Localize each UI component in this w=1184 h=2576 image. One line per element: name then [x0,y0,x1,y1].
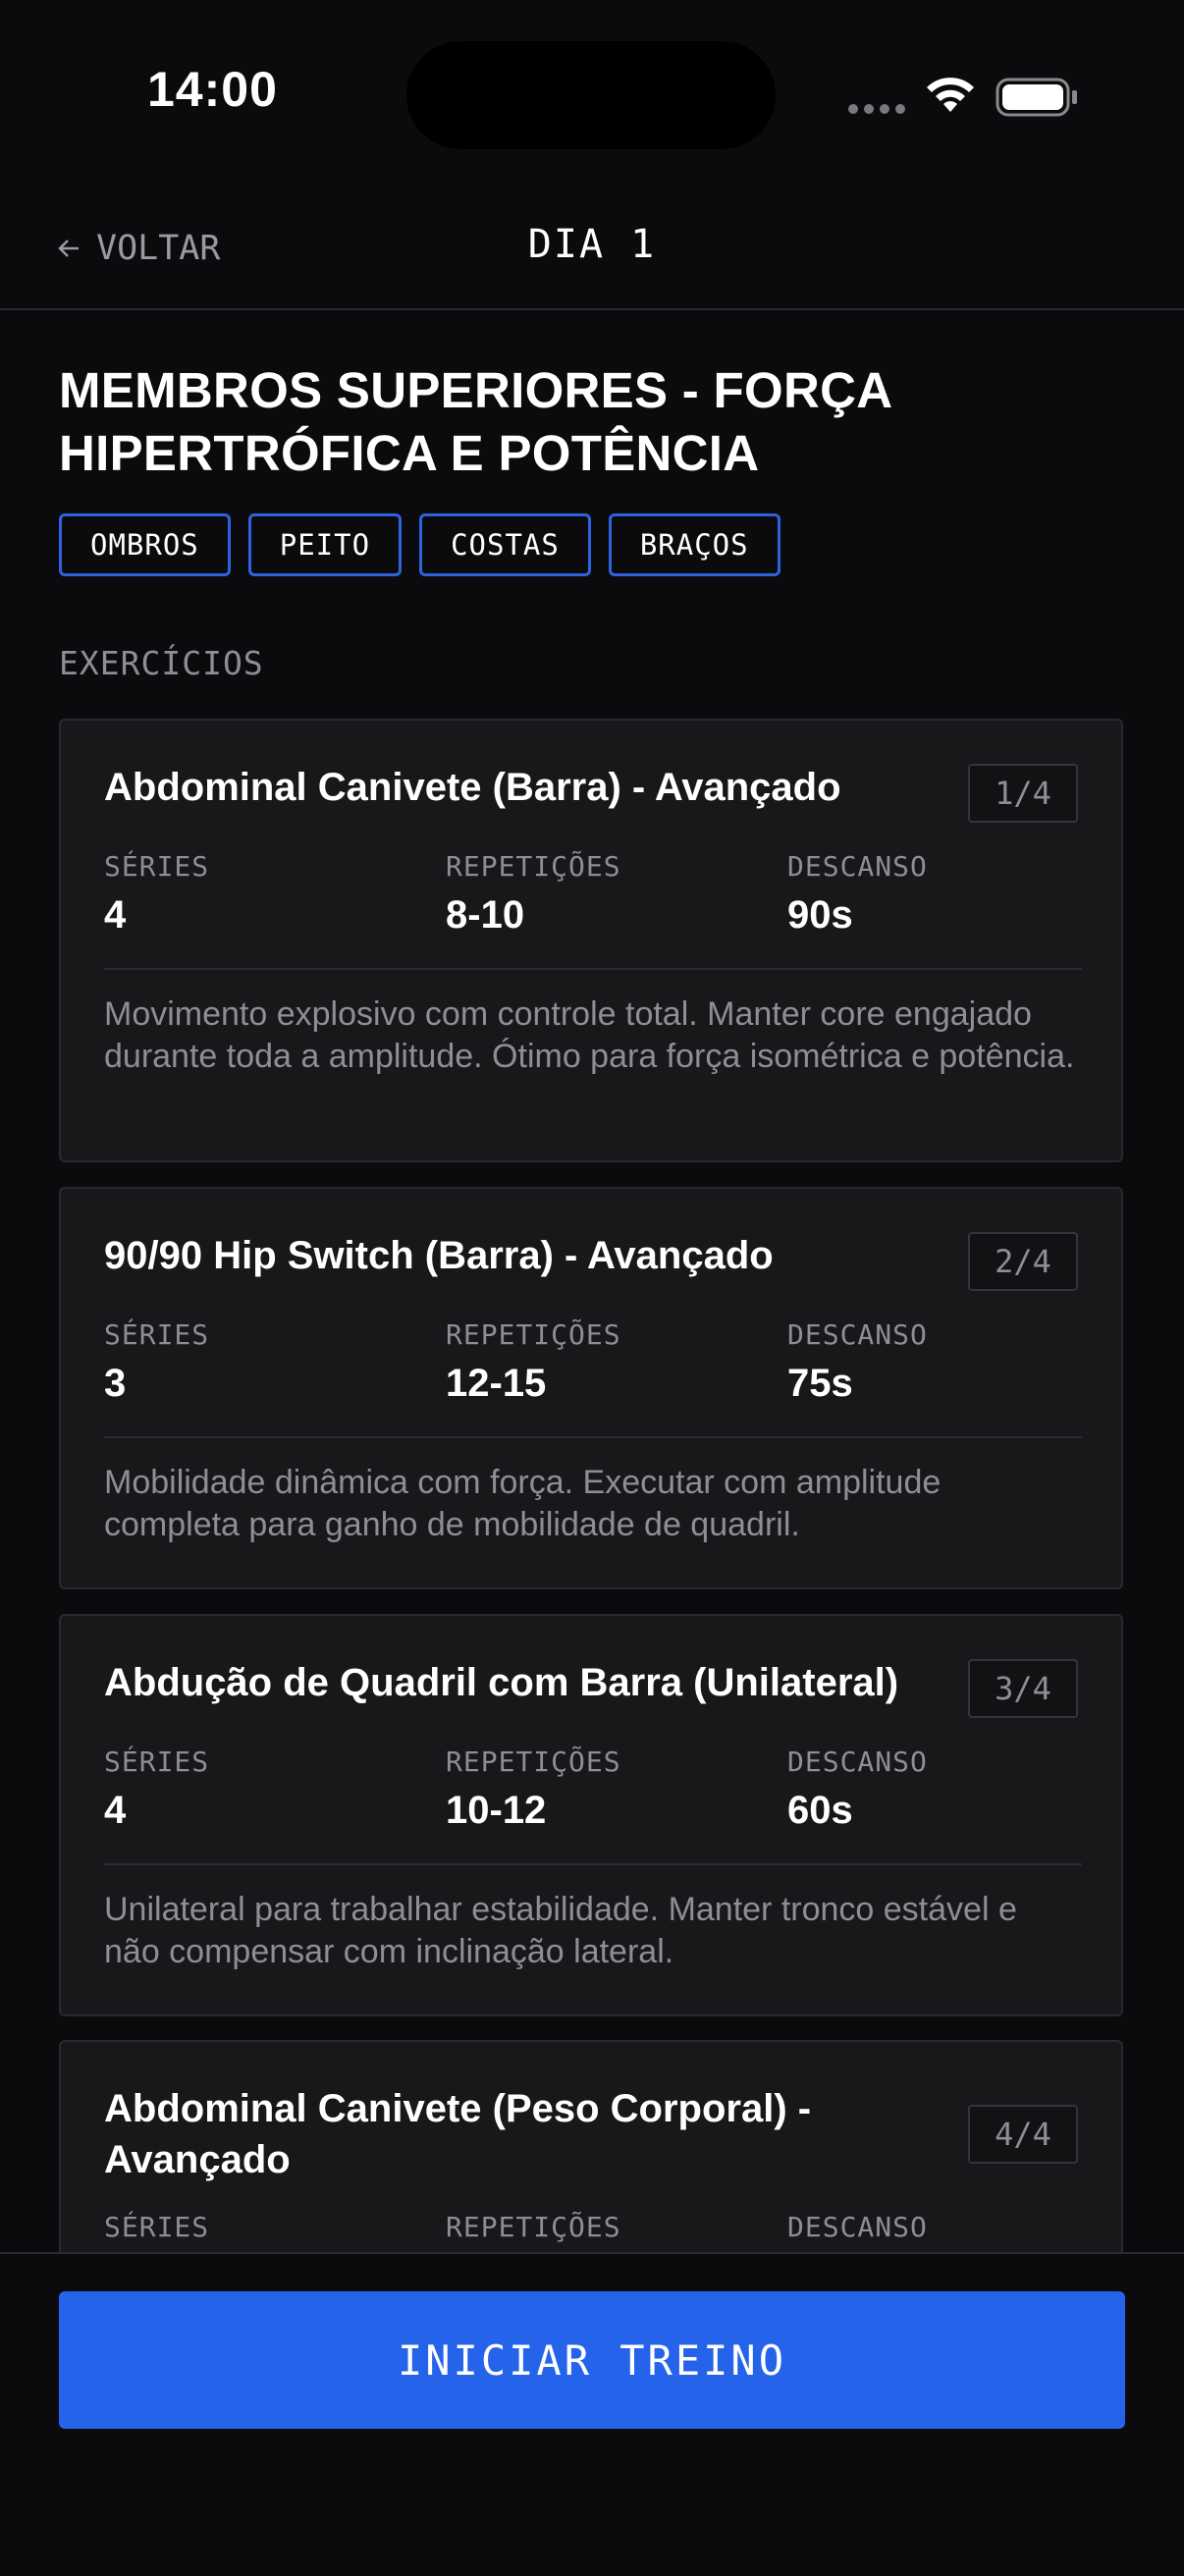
exercise-position-badge: 2/4 [968,1232,1078,1291]
tag-peito: PEITO [247,513,403,576]
exercise-card[interactable]: Abdominal Canivete (Barra) - Avançado 1/… [59,719,1123,1162]
exercise-description: Unilateral para trabalhar estabilidade. … [104,1891,1017,1970]
card-divider [104,1436,1082,1438]
exercise-description: Movimento explosivo com controle total. … [104,995,1075,1075]
exercise-card[interactable]: Abdução de Quadril com Barra (Unilateral… [59,1614,1123,2016]
exercise-name: Abdução de Quadril com Barra (Unilateral… [104,1661,899,1704]
exercise-description: Mobilidade dinâmica com força. Executar … [104,1464,942,1543]
cellular-signal-icon [848,104,907,114]
card-divider [104,968,1082,970]
tag-ombros: OMBROS [59,513,231,576]
battery-icon [996,78,1077,117]
card-divider [104,1863,1082,1865]
exercise-card[interactable]: 90/90 Hip Switch (Barra) - Avançado 2/4 … [59,1187,1123,1589]
rest-label: DESCANSO [787,2211,928,2243]
rest-label: DESCANSO [787,1745,928,1778]
reps-label: REPETIÇÕES [446,850,621,883]
exercise-name: 90/90 Hip Switch (Barra) - Avançado [104,1234,774,1277]
nav-title: DIA 1 [527,222,657,267]
sets-value: 4 [104,1789,127,1832]
start-workout-button[interactable]: INICIAR TREINO [59,2291,1125,2429]
rest-label: DESCANSO [787,850,928,883]
sets-value: 3 [104,1362,127,1405]
rest-value: 90s [787,893,853,937]
sets-label: SÉRIES [104,1318,210,1351]
workout-title: MEMBROS SUPERIORES - FORÇA HIPERTRÓFICA … [59,362,891,481]
tag-costas: COSTAS [419,513,591,576]
exercise-name: Abdominal Canivete (Barra) - Avançado [104,766,841,809]
reps-label: REPETIÇÕES [446,2211,621,2243]
sets-label: SÉRIES [104,2211,210,2243]
status-bar: 14:00 [0,0,1184,187]
bottom-action-bar: INICIAR TREINO [0,2252,1184,2576]
reps-value: 8-10 [446,893,525,937]
exercise-position-badge: 1/4 [968,764,1078,823]
muscle-tags: OMBROS PEITO COSTAS BRAÇOS [59,513,780,576]
section-label: EXERCÍCIOS [59,644,264,682]
dynamic-island [406,41,776,149]
reps-label: REPETIÇÕES [446,1318,621,1351]
tag-bracos: BRAÇOS [608,513,780,576]
sets-value: 4 [104,893,127,937]
wifi-icon [927,78,974,112]
rest-value: 60s [787,1789,853,1832]
exercise-position-badge: 4/4 [968,2105,1078,2164]
reps-label: REPETIÇÕES [446,1745,621,1778]
exercise-position-badge: 3/4 [968,1659,1078,1718]
reps-value: 10-12 [446,1789,547,1832]
status-time: 14:00 [147,62,278,117]
reps-value: 12-15 [446,1362,547,1405]
rest-value: 75s [787,1362,853,1405]
nav-header: VOLTAR DIA 1 [0,187,1184,310]
sets-label: SÉRIES [104,1745,210,1778]
rest-label: DESCANSO [787,1318,928,1351]
exercise-name: Abdominal Canivete (Peso Corporal) - Ava… [104,2087,812,2181]
sets-label: SÉRIES [104,850,210,883]
